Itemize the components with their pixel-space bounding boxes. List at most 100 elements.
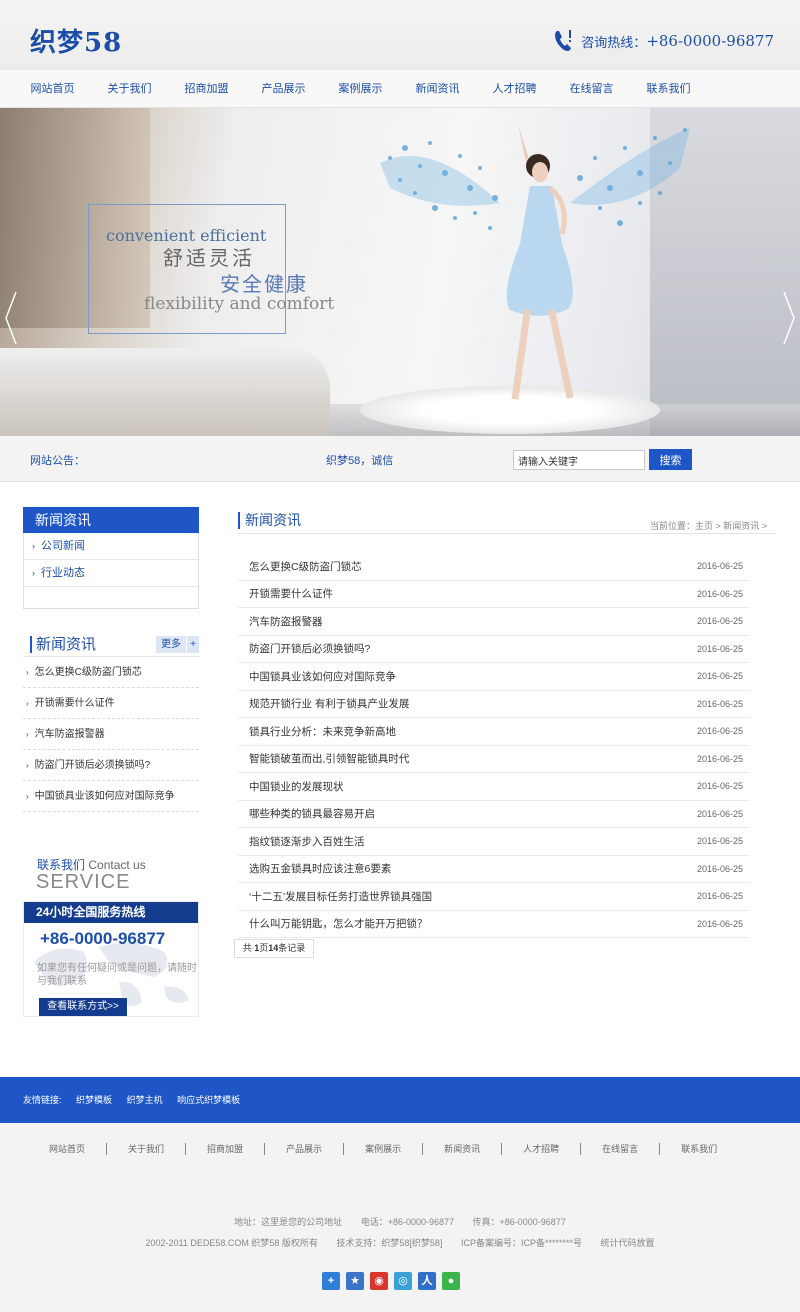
table-row[interactable]: 开锁需要什么证件 2016-06-25 (238, 581, 750, 608)
nav-item-home[interactable]: 网站首页 (14, 70, 91, 108)
table-row[interactable]: 怎么更换C级防盗门锁芯 2016-06-25 (238, 553, 750, 581)
table-row[interactable]: 智能锁破茧而出,引领智能锁具时代 2016-06-25 (238, 746, 750, 773)
article-date: 2016-06-25 (696, 671, 743, 682)
article-date: 2016-06-25 (696, 726, 743, 737)
table-row[interactable]: 防盗门开锁后必须换锁吗? 2016-06-25 (238, 636, 750, 663)
list-item[interactable]: › 怎么更换C级防盗门锁芯 (23, 657, 199, 688)
footer-nav-message[interactable]: 在线留言 (581, 1143, 661, 1155)
sidebar-news-list: › 怎么更换C级防盗门锁芯 › 开锁需要什么证件 › 汽车防盗报警器 › 防盗门开锁后必… (23, 657, 199, 812)
footer-nav-home[interactable]: 网站首页 (28, 1143, 108, 1155)
breadcrumb[interactable]: 当前位置：主页 > 新闻资讯 > (650, 519, 767, 532)
nav-item-jobs[interactable]: 人才招聘 (476, 70, 553, 108)
site-logo[interactable]: 织梦58 (30, 22, 122, 59)
chevron-right-icon: › (26, 668, 29, 677)
table-row[interactable]: 汽车防盗报警器 2016-06-25 (238, 608, 750, 636)
nav-item-news[interactable]: 新闻资讯 (399, 70, 476, 108)
article-title[interactable]: 开锁需要什么证件 (249, 586, 333, 601)
search-input[interactable] (513, 450, 645, 470)
footer-nav-about[interactable]: 关于我们 (107, 1143, 187, 1155)
article-title[interactable]: 规范开锁行业 有利于锁具产业发展 (249, 696, 409, 711)
list-item[interactable]: › 防盗门开锁后必须换锁吗? (23, 750, 199, 781)
share-tencent-weibo-icon[interactable]: ◎ (394, 1272, 412, 1290)
contact-description: 如果您有任何疑问或是问题，请随时与我们联系 (37, 963, 197, 987)
table-row[interactable]: 选购五金锁具时应该注意6要素 2016-06-25 (238, 856, 750, 883)
table-row[interactable]: ‘十二五’发展目标任务打造世界锁具强国 2016-06-25 (238, 883, 750, 911)
friend-link[interactable]: 织梦主机 (127, 1095, 163, 1105)
footer-nav-news[interactable]: 新闻资讯 (423, 1143, 503, 1155)
footer-nav-products[interactable]: 产品展示 (265, 1143, 345, 1155)
sidebar-item-company-news[interactable]: › 公司新闻 (24, 533, 198, 560)
share-plus-icon[interactable]: + (322, 1272, 340, 1290)
friend-link[interactable]: 织梦模板 (76, 1095, 112, 1105)
article-title[interactable]: 智能锁破茧而出,引领智能锁具时代 (249, 751, 409, 766)
friend-links-label: 友情链接: (23, 1095, 62, 1105)
hotline-label: 咨询热线： (581, 34, 647, 50)
plus-icon[interactable]: + (187, 636, 199, 653)
share-renren-icon[interactable]: 人 (418, 1272, 436, 1290)
nav-item-contact[interactable]: 联系我们 (630, 70, 707, 108)
table-row[interactable]: 中国锁具业该如何应对国际竞争 2016-06-25 (238, 663, 750, 691)
nav-item-message[interactable]: 在线留言 (553, 70, 630, 108)
banner-next-arrow[interactable] (782, 288, 796, 348)
list-item[interactable]: › 中国锁具业该如何应对国际竞争 (23, 781, 199, 812)
footer-phone: 电话：+86-0000-96877 (360, 1217, 454, 1227)
hotline-number: +86-0000-96877 (646, 32, 774, 50)
contact-heading-en: Contact us (88, 858, 146, 872)
footer-nav-jobs[interactable]: 人才招聘 (502, 1143, 582, 1155)
notice-text[interactable]: 织梦58，诚信 (326, 452, 393, 468)
footer-nav-cases[interactable]: 案例展示 (344, 1143, 424, 1155)
article-date: 2016-06-25 (696, 588, 743, 599)
table-row[interactable]: 规范开锁行业 有利于锁具产业发展 2016-06-25 (238, 691, 750, 718)
share-wechat-icon[interactable]: ● (442, 1272, 460, 1290)
article-title[interactable]: 选购五金锁具时应该注意6要素 (249, 861, 391, 876)
article-title[interactable]: 中国锁具业该如何应对国际竞争 (249, 669, 396, 684)
article-title[interactable]: ‘十二五’发展目标任务打造世界锁具强国 (249, 889, 432, 904)
friend-link[interactable]: 响应式织梦模板 (177, 1095, 240, 1105)
view-contact-button[interactable]: 查看联系方式>> (39, 998, 127, 1016)
sidebar-item-industry-news[interactable]: › 行业动态 (24, 560, 198, 587)
article-title[interactable]: 中国锁业的发展现状 (249, 779, 344, 794)
nav-item-franchise[interactable]: 招商加盟 (168, 70, 245, 108)
share-qzone-icon[interactable]: ★ (346, 1272, 364, 1290)
footer-icp[interactable]: ICP备案编号：ICP备********号 (461, 1238, 582, 1248)
article-title[interactable]: 哪些种类的锁具最容易开启 (249, 806, 375, 821)
title-accent-bar (238, 512, 240, 529)
footer-nav: 网站首页 关于我们 招商加盟 产品展示 案例展示 新闻资讯 人才招聘 在线留言 … (28, 1143, 738, 1155)
page-title: 新闻资讯 (245, 512, 301, 528)
article-title[interactable]: 指纹锁逐渐步入百姓生活 (249, 834, 365, 849)
title-accent-bar (30, 636, 32, 653)
share-weibo-icon[interactable]: ◉ (370, 1272, 388, 1290)
table-row[interactable]: 哪些种类的锁具最容易开启 2016-06-25 (238, 801, 750, 828)
nav-item-cases[interactable]: 案例展示 (322, 70, 399, 108)
friend-links-bar: 友情链接: 织梦模板 织梦主机 响应式织梦模板 (0, 1077, 800, 1123)
footer-nav-franchise[interactable]: 招商加盟 (186, 1143, 266, 1155)
nav-item-products[interactable]: 产品展示 (245, 70, 322, 108)
article-date: 2016-06-25 (696, 781, 743, 792)
footer-copyright-line: 2002-2011 DEDE58.COM 织梦58 版权所有 技术支持：织梦58… (0, 1236, 800, 1249)
article-date: 2016-06-25 (696, 918, 743, 929)
nav-item-about[interactable]: 关于我们 (91, 70, 168, 108)
article-title[interactable]: 什么叫万能钥匙，怎么才能开万把锁？ (249, 916, 428, 931)
table-row[interactable]: 中国锁业的发展现状 2016-06-25 (238, 773, 750, 801)
list-item[interactable]: › 汽车防盗报警器 (23, 719, 199, 750)
list-item[interactable]: › 开锁需要什么证件 (23, 688, 199, 719)
list-item-title: 汽车防盗报警器 (34, 729, 105, 740)
chevron-right-icon: › (26, 792, 29, 801)
article-title[interactable]: 汽车防盗报警器 (249, 614, 323, 629)
article-title[interactable]: 锁具行业分析：未来竞争新高地 (249, 724, 396, 739)
article-title[interactable]: 怎么更换C级防盗门锁芯 (249, 559, 362, 574)
list-item-title: 防盗门开锁后必须换锁吗? (34, 760, 151, 771)
footer-tech-support[interactable]: 技术支持：织梦58[织梦58] (336, 1238, 442, 1248)
table-row[interactable]: 锁具行业分析：未来竞争新高地 2016-06-25 (238, 718, 750, 746)
pager-prefix: 共 (242, 943, 255, 953)
search-button[interactable]: 搜索 (649, 449, 692, 470)
footer-copyright: 2002-2011 DEDE58.COM 织梦58 版权所有 (145, 1238, 318, 1248)
footer-nav-contact[interactable]: 联系我们 (660, 1143, 738, 1155)
table-row[interactable]: 什么叫万能钥匙，怎么才能开万把锁？ 2016-06-25 (238, 911, 750, 938)
sidebar-category-title: 新闻资讯 (23, 507, 199, 533)
article-title[interactable]: 防盗门开锁后必须换锁吗? (249, 641, 370, 656)
more-button[interactable]: 更多 (156, 636, 186, 653)
banner-prev-arrow[interactable] (4, 288, 18, 348)
table-row[interactable]: 指纹锁逐渐步入百姓生活 2016-06-25 (238, 828, 750, 856)
hotline-title: 24小时全国服务热线 (24, 902, 198, 923)
